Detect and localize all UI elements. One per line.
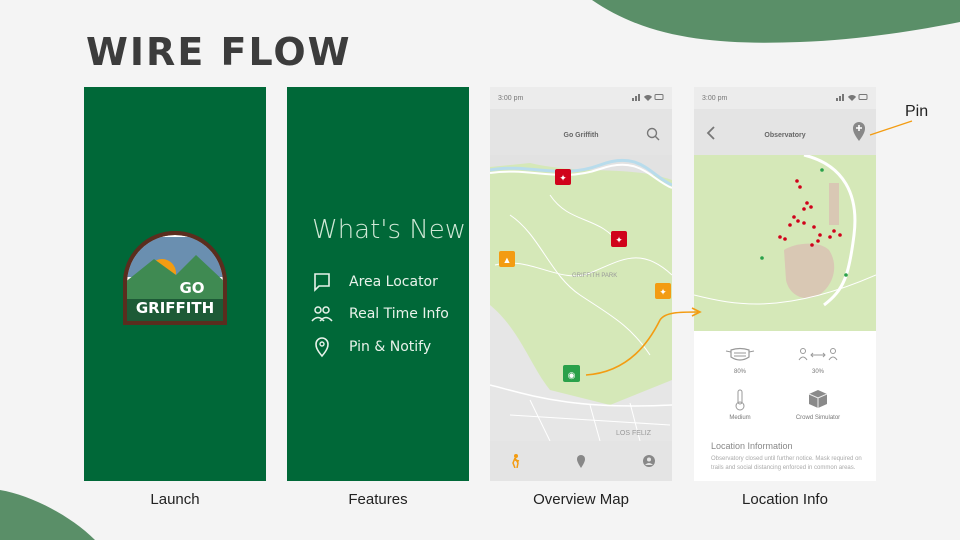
location-icon[interactable] xyxy=(576,454,586,468)
park-marker-orange-icon[interactable]: ▲ xyxy=(499,251,515,267)
status-bar: 3:00 pm xyxy=(490,87,672,109)
trail-marker-orange-icon[interactable]: ✦ xyxy=(655,283,671,299)
pin-annotation-label: Pin xyxy=(905,103,929,120)
page-title: WIRE FLOW xyxy=(86,30,352,74)
go-griffith-logo: GO GRIFFITH xyxy=(123,231,227,325)
thermometer-icon xyxy=(735,389,745,411)
stat-label-distance: 30% xyxy=(811,369,824,375)
features-screen: What's New Area Locator Real Time Info P… xyxy=(287,87,469,481)
signal-wifi-battery-icon xyxy=(836,94,868,101)
flow-arrow xyxy=(585,307,702,376)
location-info-panel: 80% 30% Medium Crowd Simulator Location … xyxy=(694,331,876,481)
stat-label-crowd-simulator: Crowd Simulator xyxy=(795,415,841,421)
launch-screen: GO GRIFFITH xyxy=(84,87,266,481)
pin-annotation-line xyxy=(869,120,913,136)
stat-label-mask: 80% xyxy=(733,369,746,375)
overview-map[interactable]: GRIFFITH PARK LOS FELIZ ✦ ✦ ▲ ✦ ◉ xyxy=(490,155,672,441)
feature-item-area-locator: Area Locator xyxy=(311,270,438,294)
hiker-icon[interactable] xyxy=(510,454,522,468)
map-label-los-feliz: LOS FELIZ xyxy=(616,430,652,437)
cube-icon xyxy=(808,390,828,408)
trail-marker-red-icon[interactable]: ✦ xyxy=(611,231,627,247)
feature-item-real-time-info: Real Time Info xyxy=(311,302,449,326)
status-bar: 3:00 pm xyxy=(694,87,876,109)
pin-icon[interactable] xyxy=(852,121,866,141)
bottom-nav xyxy=(490,441,672,481)
location-info-text: Observatory closed until further notice.… xyxy=(711,456,862,471)
caption-overview-map: Overview Map xyxy=(533,491,629,508)
app-bar: Observatory xyxy=(694,109,876,155)
map-label-griffith-park: GRIFFITH PARK xyxy=(572,273,617,279)
caption-location-info: Location Info xyxy=(742,491,828,508)
map-sign-icon xyxy=(314,273,330,292)
stat-label-temperature: Medium xyxy=(729,415,751,421)
svg-text:✦: ✦ xyxy=(659,287,667,297)
distance-icon xyxy=(798,348,838,361)
feature-label: Pin & Notify xyxy=(349,339,432,355)
overview-map-screen: 3:00 pm Go Griffith GRIFFITH PARK LOS FE… xyxy=(490,87,672,481)
trail-marker-red-icon[interactable]: ✦ xyxy=(555,169,571,185)
caption-features: Features xyxy=(348,491,408,508)
status-time: 3:00 pm xyxy=(702,95,728,102)
location-info-screen: 3:00 pm Observatory 80% 30% Medium Crowd… xyxy=(694,87,876,481)
caption-launch: Launch xyxy=(150,491,200,508)
feature-label: Area Locator xyxy=(349,274,438,290)
signal-wifi-battery-icon xyxy=(632,94,664,101)
location-pin-icon xyxy=(315,337,329,358)
status-time: 3:00 pm xyxy=(498,95,524,102)
svg-text:✦: ✦ xyxy=(559,173,567,183)
svg-text:✦: ✦ xyxy=(615,235,623,245)
svg-text:▲: ▲ xyxy=(503,255,512,265)
logo-text-go: GO xyxy=(179,279,204,297)
location-info-heading: Location Information xyxy=(711,441,793,451)
search-icon[interactable] xyxy=(646,127,660,141)
whats-new-heading: What's New xyxy=(312,215,466,245)
app-title: Observatory xyxy=(764,132,806,139)
observatory-map[interactable] xyxy=(694,155,876,331)
feature-item-pin-notify: Pin & Notify xyxy=(311,335,431,359)
feature-label: Real Time Info xyxy=(349,306,449,322)
profile-icon[interactable] xyxy=(642,454,656,468)
logo-text-griffith: GRIFFITH xyxy=(136,299,214,317)
mask-icon xyxy=(725,347,755,361)
app-bar: Go Griffith xyxy=(490,109,672,155)
people-icon xyxy=(311,306,333,322)
app-title: Go Griffith xyxy=(563,132,599,139)
